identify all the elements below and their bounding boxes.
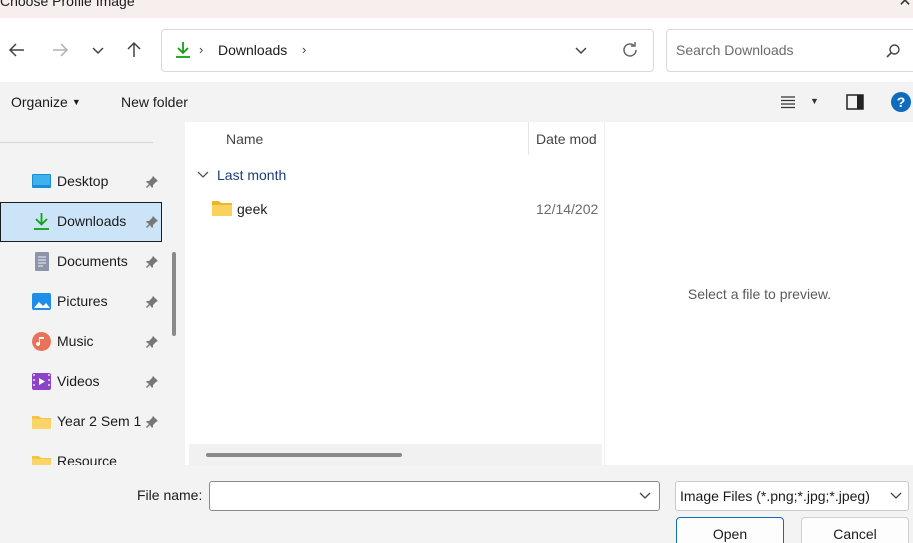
organize-label: Organize — [11, 94, 68, 110]
dialog-footer: File name: Image Files (*.png;*.jpg;*.jp… — [0, 465, 913, 543]
preview-pane-icon[interactable] — [846, 94, 864, 110]
chevron-down-icon — [890, 492, 902, 499]
folder-icon — [32, 456, 51, 465]
sidebar-item-pictures[interactable]: Pictures — [0, 282, 162, 322]
file-name-field[interactable] — [216, 488, 626, 504]
sidebar-item-documents[interactable]: Documents — [0, 242, 162, 282]
breadcrumb-downloads[interactable]: Downloads — [218, 42, 287, 58]
title-bar: Choose Profile Image ✕ — [0, 0, 913, 18]
file-type-select[interactable]: Image Files (*.png;*.jpg;*.jpeg) — [675, 481, 909, 511]
group-header[interactable]: Last month — [197, 167, 286, 183]
preview-message: Select a file to preview. — [687, 286, 832, 302]
sidebar-item-label: Music — [57, 333, 94, 349]
open-button[interactable]: Open — [676, 517, 784, 543]
breadcrumb-separator[interactable]: › — [199, 42, 203, 57]
search-box[interactable] — [666, 29, 913, 72]
downloads-icon — [176, 42, 190, 58]
pin-icon[interactable] — [145, 215, 159, 229]
up-button[interactable] — [120, 36, 148, 64]
pin-icon[interactable] — [145, 335, 159, 349]
sidebar-item-label: Pictures — [57, 293, 108, 309]
chevron-down-icon[interactable] — [639, 491, 651, 501]
pin-icon[interactable] — [145, 255, 159, 269]
new-folder-button[interactable]: New folder — [121, 94, 188, 110]
navigation-pane: Desktop Downloads Documents Pictures Mus… — [0, 122, 185, 465]
sidebar-item-resource[interactable]: Resource — [0, 442, 162, 465]
caret-down-icon[interactable]: ▼ — [810, 96, 819, 106]
cancel-button[interactable]: Cancel — [801, 517, 909, 543]
column-divider[interactable] — [528, 122, 529, 155]
arrow-right-icon — [53, 43, 69, 57]
file-row[interactable]: geek 12/14/202 — [185, 194, 604, 224]
sidebar-item-label: Downloads — [57, 213, 127, 229]
caret-down-icon: ▼ — [71, 97, 81, 107]
sidebar-item-label: Desktop — [57, 173, 109, 189]
sidebar-item-videos[interactable]: Videos — [0, 362, 162, 402]
arrow-left-icon — [8, 43, 24, 57]
file-list: Name Date mod Last month geek 12/14/202 — [185, 122, 604, 465]
file-name-label: File name: — [137, 487, 203, 503]
downloads-icon — [34, 213, 49, 230]
file-name-combobox[interactable] — [209, 481, 660, 511]
sidebar-item-music[interactable]: Music — [0, 322, 162, 362]
command-bar: Organize ▼ New folder ▼ ? — [0, 82, 913, 122]
recent-locations-button[interactable] — [84, 36, 112, 64]
column-header-name[interactable]: Name — [226, 131, 263, 147]
search-input[interactable] — [676, 42, 876, 58]
horizontal-scroll-thumb[interactable] — [206, 453, 402, 457]
file-type-value: Image Files (*.png;*.jpg;*.jpeg) — [680, 488, 870, 504]
folder-icon — [32, 416, 51, 429]
preview-pane: Select a file to preview. — [604, 122, 913, 465]
sidebar-item-label: Documents — [57, 253, 128, 269]
music-icon — [32, 332, 51, 351]
sidebar-item-label: Resource — [57, 453, 117, 465]
sidebar-item-label: Year 2 Sem 1 — [57, 413, 142, 429]
file-name: geek — [237, 201, 268, 217]
group-label: Last month — [217, 167, 287, 183]
breadcrumb-separator[interactable]: › — [302, 42, 306, 57]
refresh-icon[interactable] — [620, 40, 640, 60]
sidebar-item-year-2-sem-1[interactable]: Year 2 Sem 1 — [0, 402, 162, 442]
pictures-icon — [32, 293, 51, 310]
organize-button[interactable]: Organize ▼ — [11, 94, 81, 110]
svg-text:?: ? — [897, 94, 906, 110]
divider — [0, 142, 153, 143]
forward-button[interactable] — [46, 36, 74, 64]
address-bar[interactable]: › Downloads › — [161, 29, 654, 72]
sidebar-scrollbar[interactable] — [172, 252, 176, 336]
chevron-down-icon[interactable] — [574, 43, 588, 57]
desktop-icon — [32, 174, 51, 188]
column-header-date[interactable]: Date mod — [536, 131, 597, 147]
pin-icon[interactable] — [145, 415, 159, 429]
window-title: Choose Profile Image — [0, 0, 135, 9]
help-icon[interactable]: ? — [891, 92, 911, 112]
view-list-icon[interactable] — [780, 95, 796, 109]
documents-icon — [35, 252, 49, 271]
pin-icon[interactable] — [145, 375, 159, 389]
pin-icon[interactable] — [145, 295, 159, 309]
search-icon[interactable] — [885, 43, 901, 59]
chevron-down-icon — [197, 171, 209, 178]
sidebar-item-desktop[interactable]: Desktop — [0, 162, 162, 202]
back-button[interactable] — [3, 36, 31, 64]
close-icon[interactable]: ✕ — [897, 0, 913, 12]
chevron-down-icon — [92, 47, 104, 55]
pin-icon[interactable] — [145, 175, 159, 189]
sidebar-item-label: Videos — [57, 373, 100, 389]
sidebar-item-downloads[interactable]: Downloads — [0, 202, 162, 242]
folder-icon — [212, 201, 232, 216]
arrow-up-icon — [127, 41, 141, 57]
videos-icon — [32, 373, 51, 390]
file-date: 12/14/202 — [536, 201, 599, 217]
navigation-bar: › Downloads › — [0, 18, 913, 82]
